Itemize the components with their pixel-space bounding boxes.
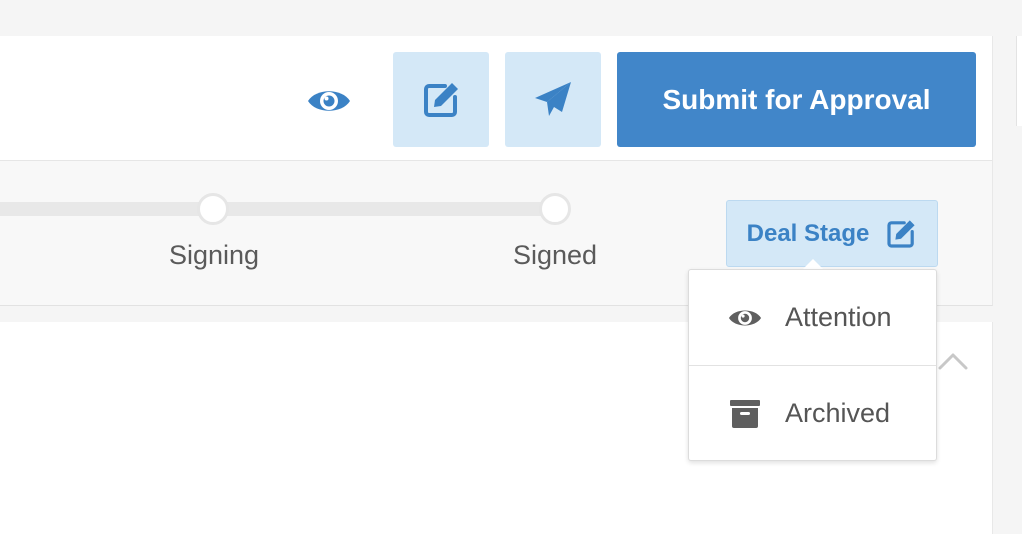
right-edge-panel [1016, 36, 1022, 126]
stage-node-signed[interactable] [539, 193, 571, 225]
edit-icon [424, 82, 458, 117]
paper-plane-icon [535, 81, 571, 116]
eye-icon [308, 91, 350, 111]
preview-button[interactable] [305, 80, 353, 122]
deal-stage-button[interactable]: Deal Stage [726, 200, 938, 267]
deal-stage-dropdown: Attention Archived [688, 269, 937, 461]
stage-label-signing: Signing [168, 240, 260, 270]
deal-stage-label: Deal Stage [746, 219, 870, 247]
dropdown-item-attention[interactable]: Attention [689, 270, 936, 366]
app-frame: Submit for Approval Signing Signed Deal … [0, 0, 1022, 534]
dropdown-item-label: Archived [785, 398, 891, 428]
dropdown-item-label: Attention [785, 302, 892, 332]
edit-icon [887, 219, 915, 248]
stage-progress-track [0, 202, 556, 216]
chevron-up-icon[interactable] [937, 348, 969, 372]
dropdown-item-archived[interactable]: Archived [689, 366, 936, 461]
eye-icon [727, 303, 763, 333]
edit-button[interactable] [393, 52, 489, 147]
archive-box-icon [727, 399, 763, 429]
submit-for-approval-button[interactable]: Submit for Approval [617, 52, 976, 147]
send-button[interactable] [505, 52, 601, 147]
stage-node-signing[interactable] [197, 193, 229, 225]
stage-label-signed: Signed [512, 240, 598, 270]
